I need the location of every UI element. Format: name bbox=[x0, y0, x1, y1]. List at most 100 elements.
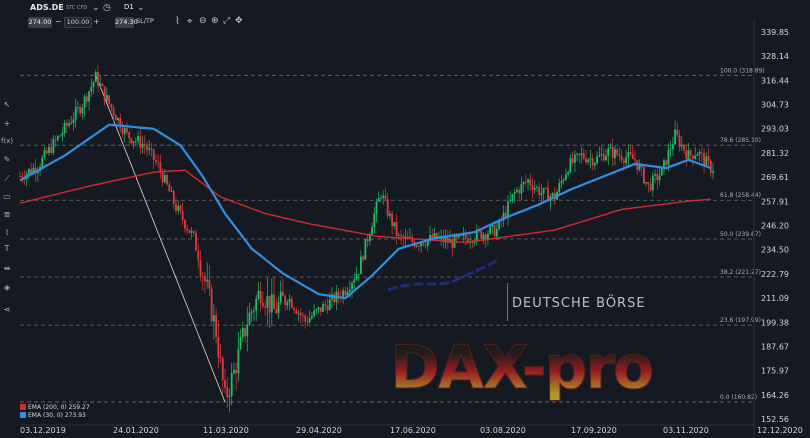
candle-body bbox=[119, 117, 122, 129]
brush-icon[interactable]: ⌇ bbox=[1, 228, 13, 240]
candle-body bbox=[585, 158, 587, 163]
pencil-icon[interactable]: ✎ bbox=[1, 155, 13, 167]
candle-body bbox=[569, 158, 572, 173]
candle-body bbox=[373, 213, 376, 228]
candle-body bbox=[638, 165, 641, 170]
fib-level-label: 78.6 (285.10) bbox=[720, 137, 761, 144]
candle-body bbox=[611, 147, 614, 159]
candle-body bbox=[128, 132, 131, 139]
candle-body bbox=[157, 161, 160, 163]
candle-body bbox=[386, 199, 389, 216]
ema30-line bbox=[19, 123, 712, 300]
candle-body bbox=[656, 174, 659, 181]
legend-ema30[interactable]: EMA (30, 0) 273.93 bbox=[20, 412, 90, 420]
price-tick-label: 234.50 bbox=[761, 246, 789, 255]
candle-body bbox=[81, 107, 84, 114]
date-tick-label: 03.12.2019 bbox=[20, 426, 66, 435]
candle-body bbox=[540, 193, 543, 196]
trading-chart-window: ADS.DE STC CFD ⌄ ◷ D1 ⌄ ⌇ ⌖ ⊖ ⊕ ⤢ ✥ 274.… bbox=[0, 0, 810, 438]
measure-icon[interactable]: ⇹ bbox=[1, 264, 13, 276]
candle-body bbox=[150, 148, 153, 150]
layers-icon[interactable]: ◈ bbox=[1, 283, 13, 295]
candle-body bbox=[90, 86, 93, 92]
candle-body bbox=[484, 234, 487, 240]
candle-body bbox=[342, 290, 345, 298]
candle-body bbox=[609, 147, 612, 149]
candle-body bbox=[226, 387, 229, 398]
candle-body bbox=[72, 119, 75, 123]
candle-body bbox=[302, 315, 304, 317]
candle-body bbox=[56, 136, 59, 140]
trend-line-icon[interactable]: ⟋ bbox=[1, 174, 13, 186]
candle-body bbox=[598, 155, 601, 157]
legend-label: EMA (30, 0) 273.93 bbox=[28, 412, 86, 419]
candle-body bbox=[235, 369, 238, 374]
legend-ema200[interactable]: EMA (200, 0) 259.27 bbox=[20, 404, 90, 412]
text-icon[interactable]: T bbox=[1, 244, 13, 256]
price-tick-label: 304.73 bbox=[761, 101, 789, 110]
time-axis: 03.12.2019 24.01.2020 11.03.2020 29.04.2020… bbox=[20, 424, 803, 435]
candle-body bbox=[52, 139, 55, 153]
candle-body bbox=[99, 84, 102, 87]
candle-body bbox=[19, 176, 21, 178]
candle-body bbox=[377, 197, 380, 202]
candle-body bbox=[562, 179, 565, 181]
candle-body bbox=[362, 256, 365, 260]
candle-body bbox=[533, 187, 536, 190]
candle-body bbox=[286, 301, 289, 306]
candle-body bbox=[602, 153, 605, 161]
candle-body bbox=[685, 150, 688, 159]
price-tick-label: 164.26 bbox=[761, 391, 789, 400]
price-tick-label: 269.61 bbox=[761, 173, 789, 182]
candle-body bbox=[580, 153, 583, 156]
function-icon[interactable]: f(x) bbox=[1, 137, 13, 149]
dax-pro-watermark: DAX-pro bbox=[389, 333, 654, 404]
candle-body bbox=[565, 174, 567, 180]
candle-body bbox=[489, 226, 492, 234]
date-tick-label: 17.09.2020 bbox=[571, 426, 617, 435]
candle-body bbox=[183, 220, 186, 229]
candle-body bbox=[703, 153, 705, 165]
candle-body bbox=[669, 149, 672, 151]
candle-body bbox=[600, 153, 603, 156]
candle-body bbox=[538, 187, 541, 196]
candle-body bbox=[594, 163, 596, 166]
candle-body bbox=[643, 167, 645, 184]
candle-body bbox=[353, 279, 356, 283]
candle-body bbox=[114, 115, 117, 121]
candle-body bbox=[155, 159, 157, 162]
candle-body bbox=[678, 135, 681, 147]
candle-body bbox=[337, 291, 340, 297]
candle-body bbox=[192, 231, 195, 234]
candle-body bbox=[618, 154, 621, 156]
candle-body bbox=[620, 155, 623, 161]
rectangle-icon[interactable]: ▭ bbox=[1, 192, 13, 204]
candle-body bbox=[504, 212, 507, 217]
share-icon[interactable]: ⋖ bbox=[1, 305, 13, 317]
candle-body bbox=[253, 310, 255, 312]
candle-body bbox=[707, 156, 710, 161]
date-tick-label: 24.01.2020 bbox=[113, 426, 159, 435]
candle-body bbox=[605, 156, 607, 161]
price-axis: 339.85 328.14 316.44 304.73 293.03 281.32 269.… bbox=[753, 20, 789, 438]
candle-body bbox=[513, 191, 516, 195]
candle-body bbox=[79, 106, 82, 114]
cursor-icon[interactable]: ↖ bbox=[1, 100, 13, 112]
candle-body bbox=[649, 184, 652, 191]
price-tick-label: 211.09 bbox=[761, 294, 789, 303]
crosshair-icon[interactable]: + bbox=[1, 119, 13, 131]
candle-body bbox=[529, 179, 532, 186]
drawing-tools-sidebar: ↖ + f(x) ✎ ⟋ ▭ ≣ ⌇ T ⇹ ◈ ⋖ bbox=[0, 100, 14, 314]
candle-body bbox=[139, 136, 142, 148]
candle-body bbox=[614, 149, 616, 159]
date-tick-label: 03.08.2020 bbox=[480, 426, 526, 435]
candle-body bbox=[326, 305, 329, 311]
fib-retracement-icon[interactable]: ≣ bbox=[1, 210, 13, 222]
price-tick-label: 281.32 bbox=[761, 149, 789, 158]
watermark-divider bbox=[507, 283, 508, 321]
candle-body bbox=[246, 324, 249, 337]
candle-body bbox=[680, 144, 683, 147]
price-tick-label: 316.44 bbox=[761, 76, 789, 85]
candle-body bbox=[148, 148, 151, 150]
candle-body bbox=[244, 328, 246, 337]
